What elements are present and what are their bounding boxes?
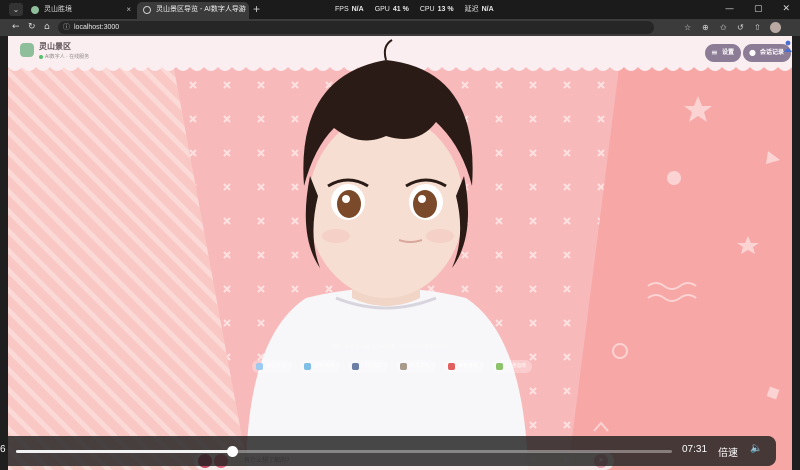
browser-window: ⌄ 灵山胜境 × 灵山景区导览 - AI数字人导游 × + FPS N/A GPU… [0, 0, 800, 470]
seek-handle[interactable] [227, 446, 239, 457]
video-control-bar: 6 07:31 倍速 🔈 [0, 436, 776, 466]
chip-scenic-intro[interactable]: 景区介绍 [252, 360, 293, 373]
chip-food[interactable]: 美食推荐 [444, 360, 485, 373]
url-text: localhost:3000 [74, 24, 120, 31]
scenic-logo-icon [20, 43, 34, 57]
perf-gpu: GPU 41 % [374, 6, 409, 13]
extensions-icon[interactable]: ⊕ [702, 19, 709, 36]
perf-fps: FPS N/A [335, 6, 364, 13]
home-button[interactable]: ⌂ [44, 19, 50, 36]
quick-question-chips: 景区介绍 游览路线 门票信息 历史文化 美食推荐 交通指南 [252, 360, 533, 373]
address-bar-row: ← ↻ ⌂ ⓘ localhost:3000 ☆ ⊕ ✩ ↺ ⇧ [0, 19, 800, 36]
tab-lingshan[interactable]: 灵山胜境 × [25, 2, 137, 19]
greeting-hint: 你好！我是灵山景区的AI导游，有什么可以帮你的吗？ [330, 344, 450, 350]
share-icon[interactable]: ⇧ [754, 19, 761, 36]
food-icon [448, 363, 456, 370]
tab-favicon [31, 6, 39, 14]
close-window-button[interactable]: ✕ [782, 0, 790, 19]
digital-human-avatar [246, 39, 528, 470]
chip-transport[interactable]: 交通指南 [492, 360, 533, 373]
close-icon[interactable]: × [238, 2, 243, 17]
chip-history[interactable]: 历史文化 [396, 360, 437, 373]
globe-icon [143, 6, 151, 14]
tab-list-button[interactable]: ⌄ [9, 3, 23, 16]
ticket-icon [352, 363, 360, 370]
close-icon[interactable]: × [126, 2, 131, 17]
new-tab-button[interactable]: + [253, 1, 260, 17]
back-button[interactable]: ← [12, 19, 20, 36]
status-dot-icon [39, 54, 43, 59]
tab-guide[interactable]: 灵山景区导览 - AI数字人导游 × [137, 2, 249, 19]
profile-avatar[interactable] [770, 22, 781, 33]
history-icon[interactable]: ↺ [737, 19, 744, 36]
page-viewport: 灵山景区 AI数字人 · 在线服务 ≡ 设置 ● 会话记录 你好！我是灵山景区的… [8, 36, 792, 470]
site-info-icon[interactable]: ⓘ [63, 21, 70, 34]
favorite-star-icon[interactable]: ☆ [684, 19, 691, 36]
tab-strip: ⌄ 灵山胜境 × 灵山景区导览 - AI数字人导游 × + FPS N/A GPU… [0, 0, 800, 19]
temple-icon [400, 363, 408, 370]
chip-routes[interactable]: 游览路线 [300, 360, 341, 373]
route-icon [304, 363, 312, 370]
leaf-icon [496, 363, 504, 370]
tab-title: 灵山景区导览 - AI数字人导游 [156, 6, 246, 13]
elapsed-time: 6 [0, 444, 6, 455]
perf-cpu: CPU 13 % [419, 6, 454, 13]
favorites-icon[interactable]: ✩ [720, 19, 727, 36]
reload-button[interactable]: ↻ [28, 19, 36, 36]
online-status: AI数字人 · 在线服务 [39, 53, 89, 60]
brand-title: 灵山景区 [39, 42, 71, 51]
chip-tickets[interactable]: 门票信息 [348, 360, 389, 373]
menu-icon: ≡ [711, 48, 718, 57]
playback-speed-button[interactable]: 倍速 [718, 444, 738, 459]
url-input[interactable]: ⓘ localhost:3000 [58, 21, 654, 34]
tab-title: 灵山胜境 [44, 6, 72, 13]
chat-bubble-icon: ● [749, 48, 756, 57]
settings-button[interactable]: ≡ 设置 [705, 44, 742, 62]
person-icon[interactable] [784, 40, 792, 52]
window-controls: — ▢ ✕ [725, 0, 790, 19]
perf-latency: 延迟 N/A [464, 6, 494, 13]
seek-slider[interactable] [16, 446, 672, 457]
performance-overlay: FPS N/A GPU 41 % CPU 13 % 延迟 N/A [335, 0, 494, 19]
total-time: 07:31 [682, 444, 708, 455]
volume-icon[interactable]: 🔈 [750, 443, 762, 454]
maximize-button[interactable]: ▢ [754, 0, 763, 19]
minimize-button[interactable]: — [725, 0, 734, 19]
map-icon [256, 363, 263, 370]
seek-progress [16, 450, 233, 453]
